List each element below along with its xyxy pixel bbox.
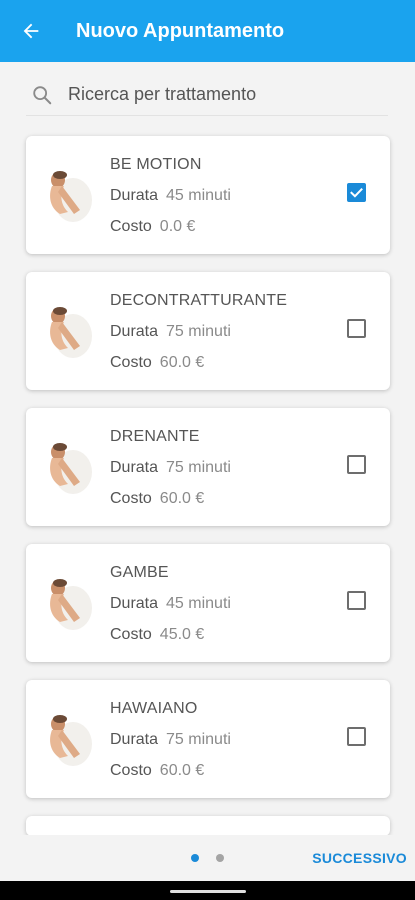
home-handle[interactable] (170, 890, 246, 893)
next-button[interactable]: SUCCESSIVO (312, 850, 407, 866)
duration-row: Durata 75 minuti (110, 731, 231, 749)
cost-value: 60.0 € (159, 490, 205, 507)
cost-row: Costo 60.0 € (110, 762, 204, 780)
page-title: Nuovo Appuntamento (76, 19, 285, 42)
cost-value: 60.0 € (159, 354, 205, 371)
duration-value: 75 minuti (166, 459, 231, 476)
treatment-list: BE MOTION Durata 45 minuti Costo 0.0 € DEC… (26, 136, 390, 854)
duration-label: Durata (110, 731, 159, 748)
cost-label: Costo (110, 490, 152, 507)
cost-value: 60.0 € (159, 762, 205, 779)
treatment-card[interactable]: BE MOTION Durata 45 minuti Costo 0.0 € (26, 136, 390, 254)
checkbox-icon (350, 187, 363, 198)
page-indicator-active (191, 854, 199, 862)
duration-label: Durata (110, 187, 159, 204)
duration-value: 75 minuti (166, 323, 231, 340)
massage-thumbnail (50, 307, 92, 358)
treatment-card[interactable]: DRENANTE Durata 75 minuti Costo 60.0 € (26, 408, 390, 526)
search-bar (26, 74, 388, 116)
massage-thumbnail (50, 171, 92, 222)
cost-label: Costo (110, 354, 152, 371)
cost-value: 45.0 € (159, 626, 205, 643)
duration-label: Durata (110, 323, 159, 340)
treatment-name: BE MOTION (110, 156, 202, 173)
back-arrow-icon (23, 23, 39, 39)
treatment-name: HAWAIANO (110, 700, 198, 717)
cost-row: Costo 45.0 € (110, 626, 204, 644)
duration-row: Durata 45 minuti (110, 595, 231, 613)
massage-thumbnail (50, 579, 92, 630)
cost-row: Costo 0.0 € (110, 218, 195, 236)
cost-label: Costo (110, 626, 152, 643)
cost-label: Costo (110, 762, 152, 779)
back-button[interactable] (0, 0, 62, 62)
treatment-name: GAMBE (110, 564, 169, 581)
select-checkbox[interactable] (347, 591, 366, 610)
duration-row: Durata 75 minuti (110, 323, 231, 341)
treatment-name: DECONTRATTURANTE (110, 292, 288, 309)
treatment-name: DRENANTE (110, 428, 200, 445)
select-checkbox[interactable] (347, 727, 366, 746)
massage-thumbnail (50, 443, 92, 494)
app-bar: Nuovo Appuntamento (0, 0, 415, 62)
cost-value: 0.0 € (159, 218, 196, 235)
massage-thumbnail (50, 715, 92, 766)
select-checkbox[interactable] (347, 455, 366, 474)
bottom-bar: SUCCESSIVO (0, 835, 415, 881)
select-checkbox[interactable] (347, 183, 366, 202)
cost-label: Costo (110, 218, 152, 235)
duration-label: Durata (110, 459, 159, 476)
duration-value: 75 minuti (166, 731, 231, 748)
search-input[interactable] (68, 84, 368, 105)
duration-row: Durata 75 minuti (110, 459, 231, 477)
treatment-card[interactable]: HAWAIANO Durata 75 minuti Costo 60.0 € (26, 680, 390, 798)
select-checkbox[interactable] (347, 319, 366, 338)
treatment-card-partial[interactable] (26, 816, 390, 836)
system-nav-bar (0, 881, 415, 900)
duration-value: 45 minuti (166, 595, 231, 612)
cost-row: Costo 60.0 € (110, 490, 204, 508)
search-icon (26, 79, 58, 111)
duration-row: Durata 45 minuti (110, 187, 231, 205)
duration-value: 45 minuti (166, 187, 231, 204)
treatment-card[interactable]: DECONTRATTURANTE Durata 75 minuti Costo 60… (26, 272, 390, 390)
cost-row: Costo 60.0 € (110, 354, 204, 372)
duration-label: Durata (110, 595, 159, 612)
page-indicator-inactive (216, 854, 224, 862)
treatment-card[interactable]: GAMBE Durata 45 minuti Costo 45.0 € (26, 544, 390, 662)
